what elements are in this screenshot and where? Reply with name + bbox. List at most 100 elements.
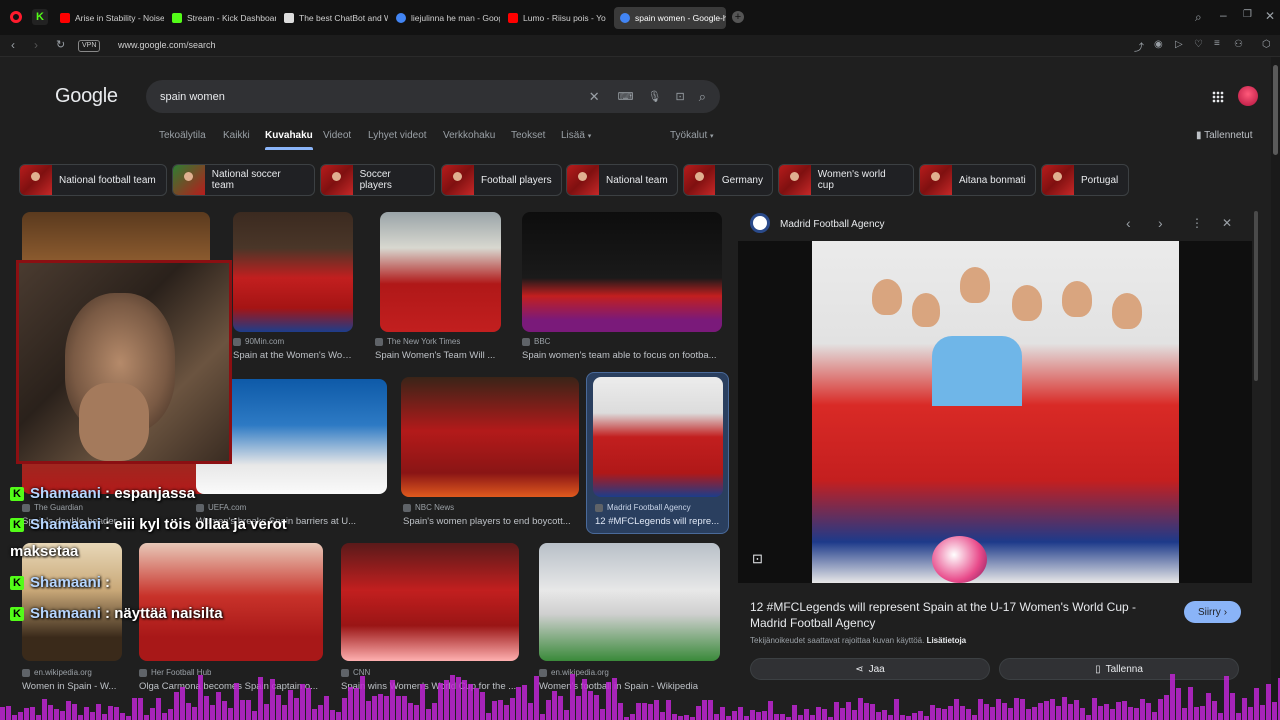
clear-search-icon[interactable]: ✕ xyxy=(589,89,600,105)
vpn-badge[interactable]: VPN xyxy=(78,40,101,52)
kick-pinned-tab-icon[interactable]: K xyxy=(32,9,48,25)
search-input[interactable]: spain women xyxy=(160,91,589,103)
tab-short-videos[interactable]: Lyhyet videot xyxy=(368,130,427,141)
restore-icon[interactable]: ❐ xyxy=(1243,9,1252,20)
tools-button[interactable]: Työkalut ▾ xyxy=(670,130,714,141)
chip-label: Football players xyxy=(481,174,552,186)
tab-ai-mode[interactable]: Tekoälytila xyxy=(159,130,206,141)
tab-4[interactable]: Lumo - Riisu pois - Yo xyxy=(502,7,612,29)
saved-button[interactable]: ▮ Tallennetut xyxy=(1196,130,1253,141)
visualizer-bar xyxy=(1116,702,1121,720)
result-source-2[interactable]: The New York Times xyxy=(375,337,460,346)
microphone-icon[interactable]: 🎙︎ xyxy=(648,90,662,103)
result-image-2[interactable] xyxy=(380,212,501,332)
result-title-6[interactable]: Spain's women players to end boycott... xyxy=(403,516,579,527)
back-icon[interactable]: ‹ xyxy=(11,38,15,52)
lens-search-icon[interactable]: ⊡ xyxy=(752,551,763,567)
visualizer-bar xyxy=(276,695,281,720)
google-logo[interactable]: Google xyxy=(55,85,118,108)
result-image-3[interactable] xyxy=(522,212,722,332)
url-field[interactable]: www.google.com/search xyxy=(118,40,216,50)
scrollbar-track[interactable] xyxy=(1271,57,1280,720)
visualizer-bar xyxy=(12,715,17,720)
tab-2[interactable]: The best ChatBot and Wi xyxy=(278,7,388,29)
lens-icon[interactable]: ⊡ xyxy=(676,90,685,103)
result-source-1[interactable]: 90Min.com xyxy=(233,337,284,346)
close-panel-icon[interactable]: ✕ xyxy=(1222,216,1232,230)
tab-web[interactable]: Verkkohaku xyxy=(443,130,495,141)
opera-logo-icon[interactable] xyxy=(10,11,22,23)
avatar[interactable] xyxy=(1238,86,1258,106)
tab-videos[interactable]: Videot xyxy=(323,130,351,141)
chip-soccer-players[interactable]: Soccer players xyxy=(320,164,435,196)
keyboard-icon[interactable]: ⌨ xyxy=(618,90,634,103)
chip-football-players[interactable]: Football players xyxy=(441,164,562,196)
camera-icon[interactable]: ◉ xyxy=(1154,39,1163,50)
forward-icon[interactable]: › xyxy=(34,38,38,52)
visualizer-bar xyxy=(1140,699,1145,720)
tab-5-active[interactable]: spain women - Google-h xyxy=(614,7,726,29)
menu-icon[interactable]: ≡ xyxy=(1214,38,1220,49)
result-image-1[interactable] xyxy=(233,212,353,332)
share-page-icon[interactable]: ⤴ xyxy=(1134,39,1144,54)
preview-image[interactable] xyxy=(812,241,1179,583)
visualizer-bar xyxy=(486,713,491,720)
next-image-icon[interactable]: › xyxy=(1158,215,1163,231)
result-source-4[interactable]: The Guardian xyxy=(22,503,83,512)
tab-images[interactable]: Kuvahaku xyxy=(265,130,313,150)
search-icon[interactable]: ⌕ xyxy=(699,89,706,105)
result-title-7[interactable]: 12 #MFCLegends will repre... xyxy=(595,516,723,527)
chip-national-soccer-team[interactable]: National soccer team xyxy=(172,164,315,196)
visualizer-bar xyxy=(204,696,209,720)
tab-books[interactable]: Teokset xyxy=(511,130,545,141)
tab-all[interactable]: Kaikki xyxy=(223,130,250,141)
result-title-3[interactable]: Spain women's team able to focus on foot… xyxy=(522,350,724,361)
visualizer-bar xyxy=(354,688,359,720)
panel-title[interactable]: 12 #MFCLegends will represent Spain at t… xyxy=(750,599,1170,631)
search-tabs-icon[interactable]: ⌕ xyxy=(1195,10,1202,25)
minimize-icon[interactable]: – xyxy=(1220,8,1227,22)
reload-icon[interactable]: ↻ xyxy=(56,38,65,51)
result-source-3[interactable]: BBC xyxy=(522,337,550,346)
extensions-icon[interactable]: ⬡ xyxy=(1262,39,1271,50)
result-image-8[interactable] xyxy=(22,543,122,661)
scrollbar-thumb[interactable] xyxy=(1273,65,1278,155)
result-image-6[interactable] xyxy=(401,377,579,497)
visualizer-bar xyxy=(432,703,437,720)
result-source-5[interactable]: UEFA.com xyxy=(196,503,246,512)
chip-national-football-team[interactable]: National football team xyxy=(19,164,167,196)
close-window-icon[interactable]: ✕ xyxy=(1265,9,1275,23)
result-source-6[interactable]: NBC News xyxy=(403,503,454,512)
chip-womens-world-cup[interactable]: Women's world cup xyxy=(778,164,914,196)
more-options-icon[interactable]: ⋮ xyxy=(1191,216,1203,230)
visit-button[interactable]: Siirry › xyxy=(1184,601,1241,623)
previous-image-icon[interactable]: ‹ xyxy=(1126,215,1131,231)
result-image-7[interactable] xyxy=(593,377,723,497)
copyright-text: Tekijänoikeudet saattavat rajoittaa kuva… xyxy=(750,636,925,645)
panel-source[interactable]: Madrid Football Agency xyxy=(780,219,885,230)
result-image-9[interactable] xyxy=(139,543,323,661)
search-box[interactable]: spain women ✕ ⌨ 🎙︎ ⊡ ⌕ xyxy=(146,80,720,113)
tab-0[interactable]: Arise in Stability - Noise H xyxy=(54,7,164,29)
chip-portugal[interactable]: Portugal xyxy=(1041,164,1129,196)
result-image-11[interactable] xyxy=(539,543,720,661)
tab-1[interactable]: Stream - Kick Dashboard xyxy=(166,7,276,29)
chip-germany[interactable]: Germany xyxy=(683,164,773,196)
profile-icon[interactable]: ⚇ xyxy=(1234,39,1243,50)
tab-more[interactable]: Lisää ▾ xyxy=(561,130,591,141)
result-source-7[interactable]: Madrid Football Agency xyxy=(595,503,691,512)
image-preview-panel: Madrid Football Agency ‹ › ⋮ ✕ ⊡ 12 #MFC… xyxy=(738,209,1252,720)
chip-national-team[interactable]: National team xyxy=(566,164,678,196)
tab-3[interactable]: liejulinna he man - Googl xyxy=(390,7,500,29)
visualizer-bar xyxy=(102,714,107,720)
panel-scrollbar[interactable] xyxy=(1254,211,1258,381)
apps-grid-icon[interactable] xyxy=(1212,91,1224,103)
result-title-1[interactable]: Spain at the Women's Worl... xyxy=(233,350,353,361)
result-title-2[interactable]: Spain Women's Team Will ... xyxy=(375,350,503,361)
more-info-link[interactable]: Lisätietoja xyxy=(927,636,967,645)
new-tab-icon[interactable]: + xyxy=(732,11,744,23)
heart-icon[interactable]: ♡ xyxy=(1194,39,1203,50)
play-icon[interactable]: ▷ xyxy=(1175,39,1183,50)
chip-aitana-bonmati[interactable]: Aitana bonmati xyxy=(919,164,1036,196)
result-image-10[interactable] xyxy=(341,543,519,661)
